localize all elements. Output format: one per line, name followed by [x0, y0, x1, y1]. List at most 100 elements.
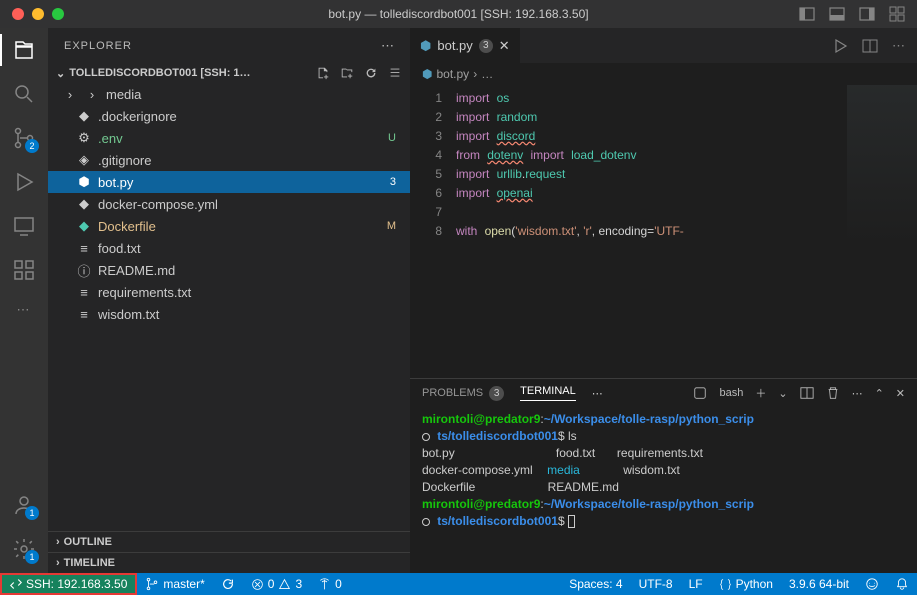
new-folder-icon[interactable]	[340, 66, 354, 80]
line-number: 2	[410, 108, 442, 127]
split-editor-icon[interactable]	[862, 38, 878, 54]
trash-icon[interactable]	[826, 386, 840, 400]
accounts-icon[interactable]: 1	[12, 493, 36, 517]
sync-button[interactable]	[213, 573, 243, 595]
file-item[interactable]: ◈.gitignore	[48, 149, 410, 171]
git-status: M	[387, 220, 396, 232]
file-item[interactable]: ≡food.txt	[48, 237, 410, 259]
sync-icon	[221, 577, 235, 591]
git-branch[interactable]: master*	[137, 573, 212, 595]
tab-bot-py[interactable]: ⬢ bot.py 3 ✕	[410, 28, 521, 63]
file-item[interactable]: ⬢bot.py3	[48, 171, 410, 193]
shell-name[interactable]: bash	[719, 387, 743, 399]
chevron-down-icon[interactable]: ⌄	[778, 387, 787, 400]
extensions-icon[interactable]	[12, 258, 36, 282]
line-number: 4	[410, 146, 442, 165]
file-item[interactable]: ◆docker-compose.yml	[48, 193, 410, 215]
panel-more-icon[interactable]: ⋯	[592, 387, 603, 400]
file-name: food.txt	[98, 241, 396, 256]
panel-close-icon[interactable]: ✕	[896, 387, 905, 400]
panel-overflow-icon[interactable]: ⋯	[852, 387, 863, 400]
layout-sidebar-right-icon[interactable]	[859, 6, 875, 22]
window-title: bot.py — tollediscordbot001 [SSH: 192.16…	[328, 7, 588, 21]
close-icon[interactable]: ✕	[499, 38, 510, 54]
remote-explorer-icon[interactable]	[12, 214, 36, 238]
folder-section-header[interactable]: ⌄ TOLLEDISCORDBOT001 [SSH: 1…	[48, 63, 410, 83]
explorer-icon[interactable]	[12, 38, 36, 62]
tab-label: bot.py	[437, 38, 472, 53]
new-file-icon[interactable]	[316, 66, 330, 80]
antenna-icon	[318, 578, 331, 591]
eol-status[interactable]: LF	[681, 573, 711, 595]
file-name: docker-compose.yml	[98, 197, 396, 212]
layout-customize-icon[interactable]	[889, 6, 905, 22]
breadcrumb-more: …	[481, 67, 493, 81]
chevron-right-icon: ›	[473, 67, 477, 81]
feedback-icon[interactable]	[857, 573, 887, 595]
split-terminal-icon[interactable]	[800, 386, 814, 400]
notifications-icon[interactable]	[887, 573, 917, 595]
file-item[interactable]: ≡wisdom.txt	[48, 303, 410, 325]
refresh-icon[interactable]	[364, 66, 378, 80]
more-icon[interactable]: ⋯	[892, 38, 905, 54]
outline-label: OUTLINE	[64, 536, 112, 548]
scm-badge: 2	[25, 139, 39, 153]
code-editor[interactable]: import os import random import discord f…	[456, 85, 684, 378]
panel-maximize-icon[interactable]: ⌃	[875, 387, 884, 400]
settings-badge: 1	[25, 550, 39, 564]
file-item[interactable]: ≡requirements.txt	[48, 281, 410, 303]
git-status: 3	[390, 176, 396, 188]
run-debug-icon[interactable]	[12, 170, 36, 194]
file-name: .gitignore	[98, 153, 396, 168]
file-item[interactable]: ⓘREADME.md	[48, 259, 410, 281]
remote-icon	[10, 578, 22, 590]
tab-terminal[interactable]: TERMINAL	[520, 385, 576, 401]
outline-section[interactable]: › OUTLINE	[48, 531, 410, 552]
new-terminal-icon[interactable]: ＋	[755, 385, 766, 401]
folder-item[interactable]: ››media	[48, 83, 410, 105]
file-item[interactable]: ◆DockerfileM	[48, 215, 410, 237]
layout-panel-icon[interactable]	[829, 6, 845, 22]
git-status: U	[388, 132, 396, 144]
text-icon: ≡	[76, 285, 92, 300]
window-maximize-icon[interactable]	[52, 8, 64, 20]
window-close-icon[interactable]	[12, 8, 24, 20]
chevron-down-icon: ⌄	[56, 67, 65, 80]
file-name: .env	[98, 131, 382, 146]
ports-status[interactable]: 0	[310, 573, 350, 595]
source-control-icon[interactable]: 2	[12, 126, 36, 150]
file-item[interactable]: ◆.dockerignore	[48, 105, 410, 127]
interpreter-status[interactable]: 3.9.6 64-bit	[781, 573, 857, 595]
minimap[interactable]	[847, 85, 917, 245]
python-icon: ⬢	[420, 38, 431, 54]
language-status[interactable]: Python	[711, 573, 781, 595]
folder-name: TOLLEDISCORDBOT001 [SSH: 1…	[69, 67, 250, 79]
line-number: 3	[410, 127, 442, 146]
accounts-badge: 1	[25, 506, 39, 520]
remote-indicator[interactable]: SSH: 192.168.3.50	[0, 573, 137, 595]
collapse-all-icon[interactable]	[388, 66, 402, 80]
problems-status[interactable]: 0 3	[243, 573, 310, 595]
file-item[interactable]: ⚙.envU	[48, 127, 410, 149]
shell-icon	[693, 386, 707, 400]
indent-status[interactable]: Spaces: 4	[561, 573, 630, 595]
settings-icon[interactable]: 1	[12, 537, 36, 561]
info-icon: ⓘ	[76, 261, 92, 280]
run-icon[interactable]	[832, 38, 848, 54]
terminal-output[interactable]: mirontoli@predator9:~/Workspace/tolle-ra…	[410, 407, 917, 534]
problems-count: 3	[489, 386, 504, 401]
error-icon	[251, 578, 264, 591]
tab-problems[interactable]: PROBLEMS 3	[422, 386, 504, 401]
window-minimize-icon[interactable]	[32, 8, 44, 20]
encoding-status[interactable]: UTF-8	[631, 573, 681, 595]
search-icon[interactable]	[12, 82, 36, 106]
breadcrumb-file: bot.py	[436, 67, 469, 81]
additional-views-icon[interactable]: ⋯	[17, 302, 32, 318]
breadcrumb[interactable]: ⬢ bot.py › …	[410, 63, 917, 85]
timeline-section[interactable]: › TIMELINE	[48, 552, 410, 573]
line-number: 8	[410, 222, 442, 241]
line-number: 1	[410, 89, 442, 108]
file-name: Dockerfile	[98, 219, 381, 234]
explorer-more-icon[interactable]: ⋯	[381, 38, 394, 54]
layout-sidebar-left-icon[interactable]	[799, 6, 815, 22]
